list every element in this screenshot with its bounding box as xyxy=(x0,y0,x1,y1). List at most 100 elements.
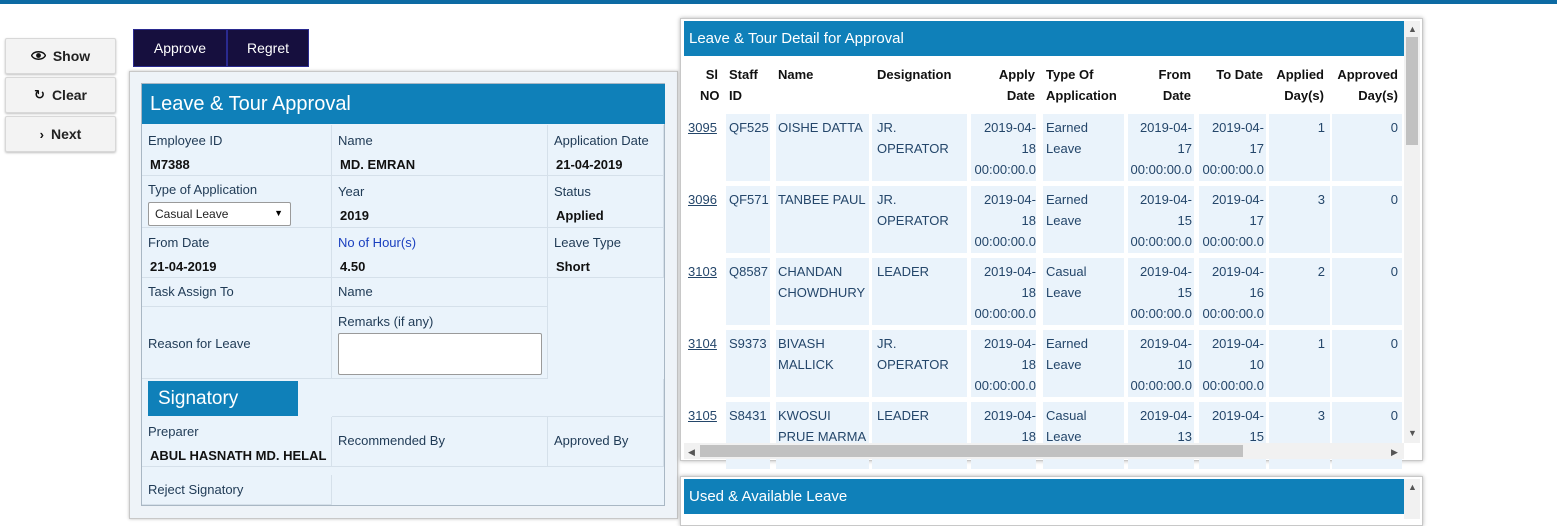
row-id-link[interactable]: 3095 xyxy=(688,117,717,138)
header-applied-days: Applied Day(s) xyxy=(1276,67,1324,103)
approved-days: 0 xyxy=(1390,264,1398,279)
header-sl-no: Sl NO xyxy=(700,67,720,103)
to-date: 2019-04- 17 00:00:00.0 xyxy=(1202,120,1264,177)
type-of-application-select[interactable]: Casual Leave ▼ xyxy=(148,202,291,226)
clear-label: Clear xyxy=(51,87,87,103)
reject-signatory-label: Reject Signatory xyxy=(148,482,244,497)
application-type: Casual Leave xyxy=(1046,408,1087,444)
header-from-date: From Date xyxy=(1158,67,1192,103)
staff-id: Q8587 xyxy=(729,264,769,279)
applied-days: 3 xyxy=(1317,408,1325,423)
approved-days: 0 xyxy=(1390,192,1398,207)
staff-id: S8431 xyxy=(729,408,767,423)
refresh-icon: ↻ xyxy=(34,87,45,102)
show-label: Show xyxy=(52,48,91,64)
task-name-label: Name xyxy=(338,284,373,299)
row-id-link[interactable]: 3096 xyxy=(688,189,717,210)
remarks-label: Remarks (if any) xyxy=(338,314,434,329)
task-assign-label: Task Assign To xyxy=(148,284,234,299)
designation: JR. OPERATOR xyxy=(877,336,949,372)
apply-date: 2019-04- 18 00:00:00.0 xyxy=(974,120,1036,177)
leave-type-value: Short xyxy=(556,259,590,274)
application-type: Earned Leave xyxy=(1046,336,1088,372)
hours-label: No of Hour(s) xyxy=(338,235,417,250)
horizontal-scroll-thumb[interactable] xyxy=(700,445,1243,457)
row-id-link[interactable]: 3103 xyxy=(688,261,717,282)
header-approved-days: Approved Day(s) xyxy=(1337,67,1398,103)
name-label: Name xyxy=(338,133,373,148)
header-apply-date: Apply Date xyxy=(998,67,1035,103)
header-designation: Designation xyxy=(877,67,952,82)
application-date-label: Application Date xyxy=(554,133,649,148)
to-date: 2019-04- 10 00:00:00.0 xyxy=(1202,336,1264,393)
cell-signatory-spacer xyxy=(332,379,664,417)
regret-button[interactable]: Regret xyxy=(227,29,309,67)
from-date: 2019-04- 13 xyxy=(1139,408,1192,444)
approved-days: 0 xyxy=(1390,336,1398,351)
scroll-up-icon[interactable]: ▲ xyxy=(1408,24,1417,34)
row-id-link[interactable]: 3105 xyxy=(688,405,717,426)
dropdown-arrow-icon: ▼ xyxy=(274,208,283,218)
status-label: Status xyxy=(554,184,591,199)
preparer-value: ABUL HASNATH MD. HELAL xyxy=(150,448,327,463)
year-value: 2019 xyxy=(340,208,369,223)
apply-date: 2019-04- 18 00:00:00.0 xyxy=(974,336,1036,393)
employee-id-label: Employee ID xyxy=(148,133,223,148)
application-type: Casual Leave xyxy=(1046,264,1087,300)
header-to-date: To Date xyxy=(1216,67,1263,82)
scroll-right-icon[interactable]: ▶ xyxy=(1391,447,1398,458)
apply-date: 2019-04- 18 xyxy=(983,408,1036,444)
type-of-application-label: Type of Application xyxy=(148,182,258,197)
name-value: MD. EMRAN xyxy=(340,157,416,172)
reason-label: Reason for Leave xyxy=(148,336,251,351)
show-button[interactable]: Show xyxy=(5,38,116,74)
clear-button[interactable]: ↻ Clear xyxy=(5,77,116,113)
staff-id: S9373 xyxy=(729,336,767,351)
used-available-leave-title: Used & Available Leave xyxy=(684,479,1404,514)
signatory-title: Signatory xyxy=(148,381,298,416)
status-value: Applied xyxy=(556,208,604,223)
next-button[interactable]: › Next xyxy=(5,116,116,152)
eye-icon xyxy=(30,49,47,64)
employee-name: OISHE DATTA xyxy=(778,120,863,135)
remarks-input[interactable] xyxy=(338,333,542,375)
scroll-left-icon[interactable]: ◀ xyxy=(688,447,695,458)
apply-date: 2019-04- 18 00:00:00.0 xyxy=(974,192,1036,249)
row-id-link[interactable]: 3104 xyxy=(688,333,717,354)
applied-days: 3 xyxy=(1317,192,1325,207)
header-type-of-application: Type Of Application xyxy=(1046,67,1117,103)
applied-days: 2 xyxy=(1317,264,1325,279)
designation: JR. OPERATOR xyxy=(877,192,949,228)
form-title: Leave & Tour Approval xyxy=(142,84,665,124)
type-of-application-value: Casual Leave xyxy=(155,207,229,221)
applied-days: 1 xyxy=(1317,336,1325,351)
to-date: 2019-04- 15 xyxy=(1211,408,1264,444)
bottom-scroll-up-icon[interactable]: ▲ xyxy=(1408,482,1417,492)
header-staff-id: Staff ID xyxy=(729,67,758,103)
application-type: Earned Leave xyxy=(1046,192,1088,228)
from-date: 2019-04- 17 00:00:00.0 xyxy=(1130,120,1192,177)
preparer-label: Preparer xyxy=(148,424,199,439)
apply-date: 2019-04- 18 00:00:00.0 xyxy=(974,264,1036,321)
employee-name: TANBEE PAUL xyxy=(778,192,866,207)
approve-button[interactable]: Approve xyxy=(133,29,227,67)
employee-name: CHANDAN CHOWDHURY xyxy=(778,264,866,300)
scroll-down-icon[interactable]: ▼ xyxy=(1408,428,1417,438)
employee-name: KWOSUI PRUE MARMA xyxy=(778,408,867,444)
approved-days: 0 xyxy=(1390,120,1398,135)
top-accent-bar xyxy=(0,0,1557,4)
from-date: 2019-04- 15 00:00:00.0 xyxy=(1130,264,1192,321)
to-date: 2019-04- 16 00:00:00.0 xyxy=(1202,264,1264,321)
table-title: Leave & Tour Detail for Approval xyxy=(684,21,1404,56)
designation: LEADER xyxy=(877,264,930,279)
chevron-right-icon: › xyxy=(39,126,44,142)
from-date-value: 21-04-2019 xyxy=(150,259,217,274)
vertical-scroll-thumb[interactable] xyxy=(1406,37,1418,145)
recommended-by-label: Recommended By xyxy=(338,433,445,448)
leave-type-label: Leave Type xyxy=(554,235,621,250)
approved-days: 0 xyxy=(1390,408,1398,423)
designation: JR. OPERATOR xyxy=(877,120,949,156)
employee-id-value: M7388 xyxy=(150,157,190,172)
year-label: Year xyxy=(338,184,365,199)
application-date-value: 21-04-2019 xyxy=(556,157,623,172)
